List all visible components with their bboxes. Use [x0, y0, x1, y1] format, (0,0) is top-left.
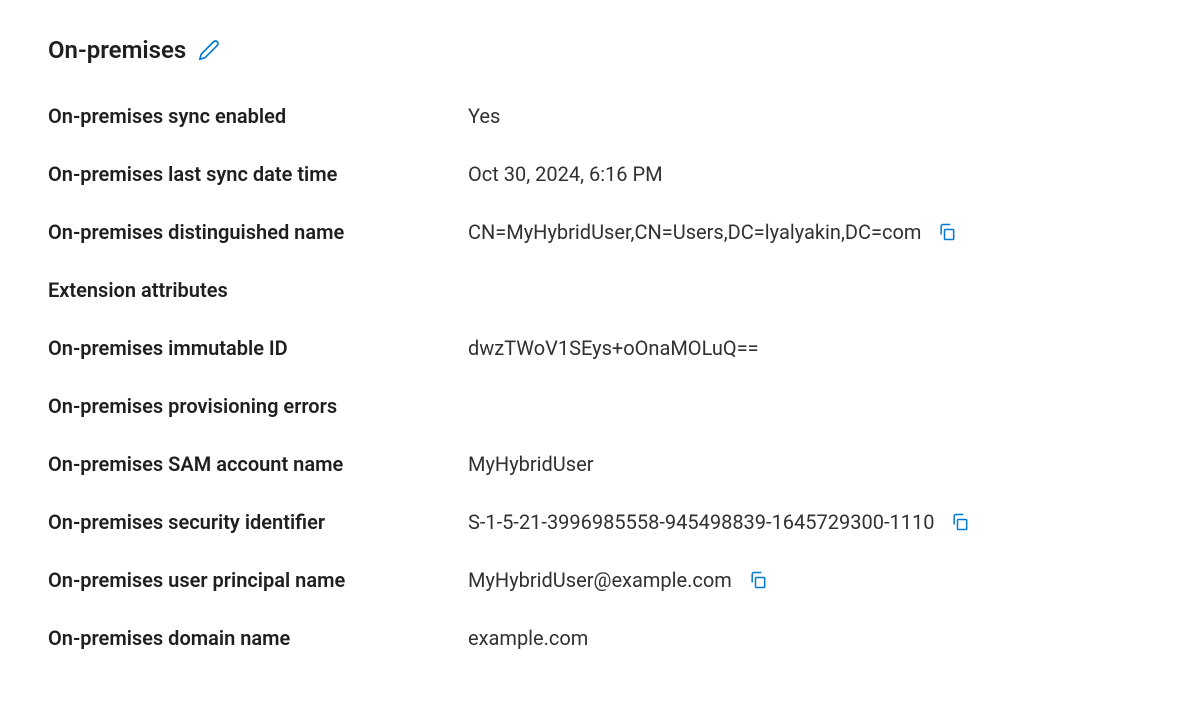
property-value-text: MyHybridUser@example.com	[468, 568, 732, 592]
property-value: MyHybridUser	[468, 452, 1144, 476]
property-label: On-premises domain name	[48, 626, 468, 650]
property-row-last-sync: On-premises last sync date time Oct 30, …	[48, 162, 1144, 190]
property-value-text: example.com	[468, 626, 588, 650]
property-value-text: Yes	[468, 104, 500, 128]
copy-icon[interactable]	[748, 570, 768, 590]
property-label: On-premises provisioning errors	[48, 394, 468, 418]
property-row-distinguished-name: On-premises distinguished name CN=MyHybr…	[48, 220, 1144, 248]
section-header: On-premises	[48, 36, 1144, 64]
property-value: CN=MyHybridUser,CN=Users,DC=lyalyakin,DC…	[468, 220, 1144, 244]
property-label: Extension attributes	[48, 278, 468, 302]
property-label: On-premises SAM account name	[48, 452, 468, 476]
property-row-extension-attributes: Extension attributes	[48, 278, 1144, 306]
edit-icon[interactable]	[198, 39, 220, 61]
property-label: On-premises security identifier	[48, 510, 468, 534]
section-title: On-premises	[48, 36, 186, 64]
property-value: example.com	[468, 626, 1144, 650]
property-label: On-premises sync enabled	[48, 104, 468, 128]
property-value: Oct 30, 2024, 6:16 PM	[468, 162, 1144, 186]
property-value: S-1-5-21-3996985558-945498839-1645729300…	[468, 510, 1144, 534]
property-value-text: dwzTWoV1SEys+oOnaMOLuQ==	[468, 336, 759, 360]
property-row-domain-name: On-premises domain name example.com	[48, 626, 1144, 654]
property-row-sync-enabled: On-premises sync enabled Yes	[48, 104, 1144, 132]
copy-icon[interactable]	[950, 512, 970, 532]
property-value-text: MyHybridUser	[468, 452, 593, 476]
property-row-user-principal-name: On-premises user principal name MyHybrid…	[48, 568, 1144, 596]
property-row-immutable-id: On-premises immutable ID dwzTWoV1SEys+oO…	[48, 336, 1144, 364]
property-label: On-premises distinguished name	[48, 220, 468, 244]
property-value: dwzTWoV1SEys+oOnaMOLuQ==	[468, 336, 1144, 360]
property-value-text: Oct 30, 2024, 6:16 PM	[468, 162, 663, 186]
property-row-provisioning-errors: On-premises provisioning errors	[48, 394, 1144, 422]
property-row-sam-account-name: On-premises SAM account name MyHybridUse…	[48, 452, 1144, 480]
property-value-text: CN=MyHybridUser,CN=Users,DC=lyalyakin,DC…	[468, 220, 921, 244]
property-row-security-identifier: On-premises security identifier S-1-5-21…	[48, 510, 1144, 538]
property-value: Yes	[468, 104, 1144, 128]
property-value-text: S-1-5-21-3996985558-945498839-1645729300…	[468, 510, 934, 534]
copy-icon[interactable]	[937, 222, 957, 242]
property-label: On-premises immutable ID	[48, 336, 468, 360]
property-label: On-premises user principal name	[48, 568, 468, 592]
property-label: On-premises last sync date time	[48, 162, 468, 186]
property-value: MyHybridUser@example.com	[468, 568, 1144, 592]
